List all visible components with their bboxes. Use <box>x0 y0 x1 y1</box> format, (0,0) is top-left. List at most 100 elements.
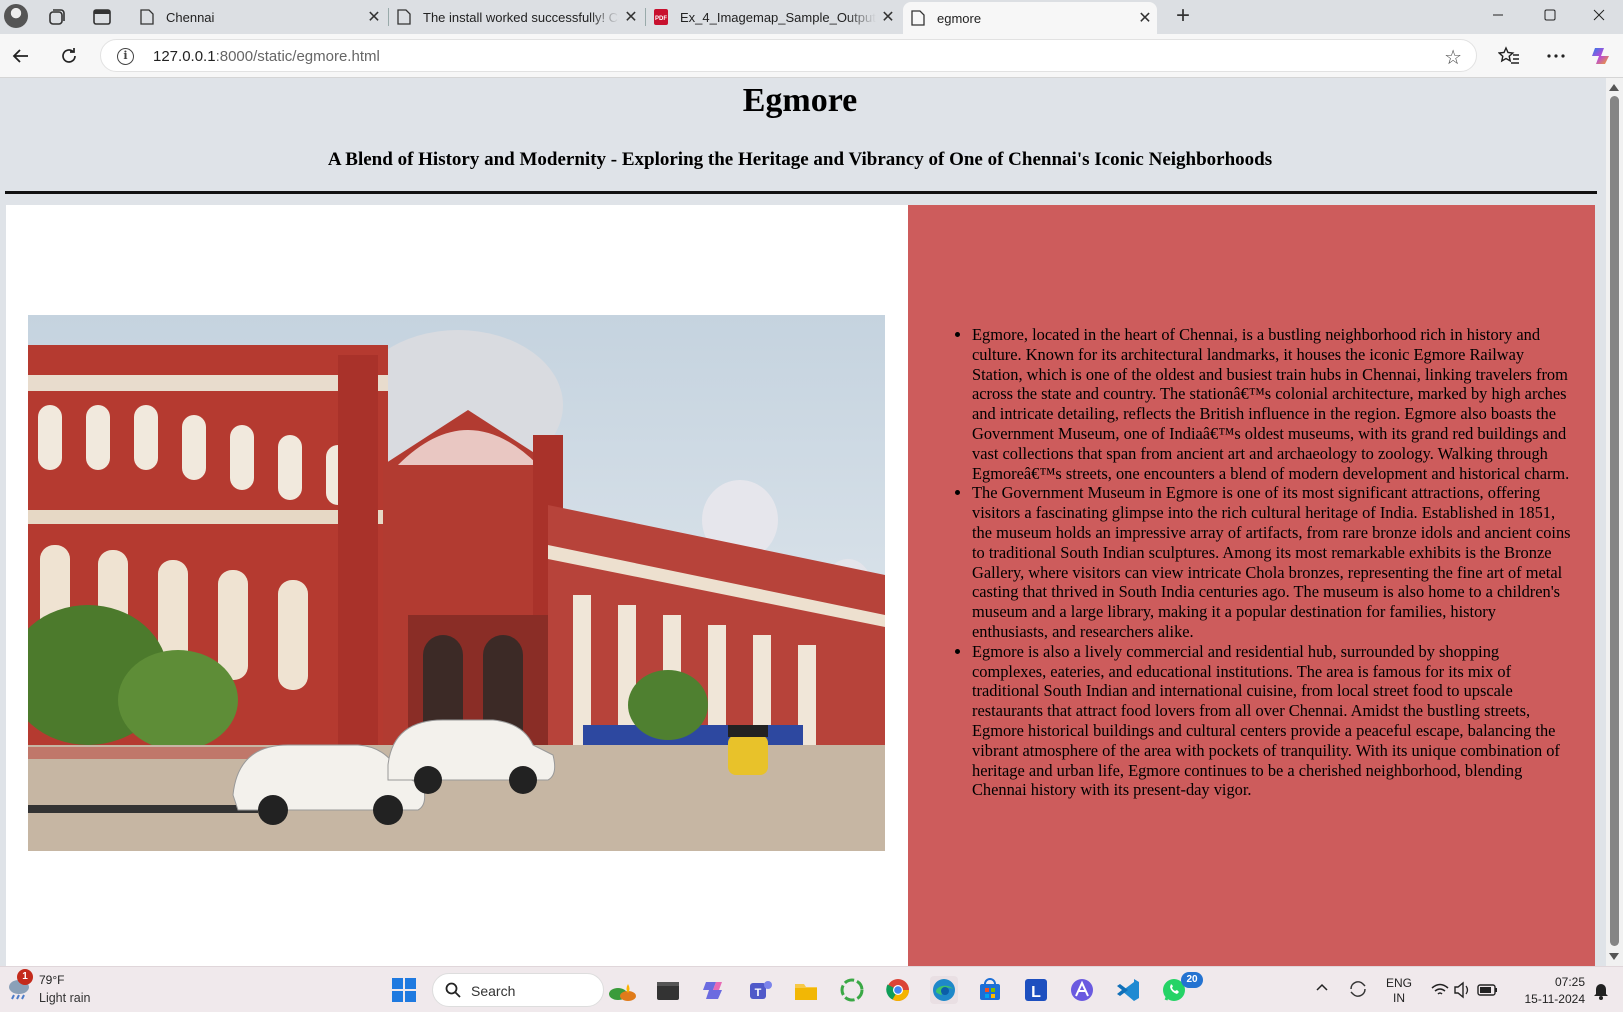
url-text[interactable]: 127.0.0.1:8000/static/egmore.html <box>153 48 380 65</box>
weather-badge: 1 <box>17 969 33 985</box>
settings-more-button[interactable] <box>1542 42 1570 70</box>
taskbar-app-widgets[interactable] <box>608 976 636 1004</box>
more-dots-icon <box>1547 54 1565 58</box>
workspaces-icon[interactable] <box>46 6 68 28</box>
taskbar-app-edge[interactable] <box>930 976 958 1004</box>
new-tab-button[interactable]: + <box>1170 4 1196 30</box>
vertical-tabs-icon[interactable] <box>92 7 112 27</box>
sync-tray-button[interactable] <box>1347 978 1369 1003</box>
folder-icon <box>795 984 817 1000</box>
egmore-station-image <box>28 315 885 851</box>
chrome-icon <box>886 979 909 1001</box>
svg-text:PDF: PDF <box>655 16 667 22</box>
store-icon <box>980 978 1000 1000</box>
scroll-up-arrow-icon[interactable] <box>1609 84 1619 91</box>
svg-text:L: L <box>1031 984 1041 1001</box>
favorites-list-icon <box>1498 46 1519 64</box>
chevron-up-icon <box>1316 983 1328 991</box>
start-button[interactable] <box>390 976 418 1004</box>
weather-condition: Light rain <box>39 991 91 1005</box>
taskbar-app-a[interactable] <box>1068 976 1096 1004</box>
close-icon[interactable]: ✕ <box>876 7 900 27</box>
list-item: The Government Museum in Egmore is one o… <box>972 483 1572 641</box>
language-indicator[interactable]: ENG IN <box>1386 976 1412 1006</box>
minimize-button[interactable] <box>1474 0 1522 30</box>
edge-icon <box>933 979 955 1001</box>
network-volume-battery-icons <box>1431 981 1497 999</box>
url-host: 127.0.0.1 <box>153 48 216 65</box>
back-arrow-icon <box>12 49 28 63</box>
notifications-button[interactable] <box>1592 980 1610 1003</box>
favorites-button[interactable] <box>1495 42 1523 70</box>
weather-temperature: 79°F <box>39 973 65 987</box>
document-icon <box>397 9 411 25</box>
scroll-down-arrow-icon[interactable] <box>1609 953 1619 960</box>
terminal-icon <box>657 982 679 1000</box>
windows-logo-icon <box>392 978 416 1002</box>
svg-text:T: T <box>755 987 762 999</box>
vertical-scrollbar[interactable] <box>1606 78 1623 966</box>
taskbar-app-copilot[interactable] <box>700 976 728 1004</box>
maximize-button[interactable] <box>1526 0 1574 30</box>
whatsapp-badge: 20 <box>1181 972 1203 988</box>
sync-icon <box>1350 981 1366 997</box>
teams-icon: T <box>750 981 772 999</box>
refresh-icon <box>62 48 76 63</box>
close-icon <box>1593 9 1605 21</box>
quick-settings-button[interactable] <box>1430 980 1500 1003</box>
info-list: Egmore, located in the heart of Chennai,… <box>972 325 1572 800</box>
taskbar-app-chrome[interactable] <box>884 976 912 1004</box>
taskbar-app-teams[interactable]: T <box>746 976 774 1004</box>
circle-app-icon <box>840 978 864 1002</box>
vscode-icon <box>1117 979 1139 1001</box>
taskbar-app-explorer-dark[interactable] <box>654 976 682 1004</box>
language-code: ENG <box>1386 976 1413 990</box>
document-icon <box>911 10 925 26</box>
taskbar-app-file-explorer[interactable] <box>792 976 820 1004</box>
egmore-station-photo <box>28 315 885 851</box>
taskbar-app-vscode[interactable] <box>1114 976 1142 1004</box>
tab-chennai[interactable]: Chennai ✕ <box>132 2 386 32</box>
favorite-star-icon[interactable]: ☆ <box>1444 45 1462 70</box>
list-item: Egmore, located in the heart of Chennai,… <box>972 325 1572 483</box>
tab-imagemap-pdf[interactable]: PDF Ex_4_Imagemap_Sample_Output( ✕ <box>646 2 900 32</box>
taskbar-app-l[interactable]: L <box>1022 976 1050 1004</box>
tab-title: Chennai <box>166 9 215 25</box>
close-icon[interactable]: ✕ <box>362 7 386 27</box>
bell-icon <box>1594 984 1608 1000</box>
tab-title: The install worked successfully! Co <box>423 9 619 25</box>
close-window-button[interactable] <box>1575 0 1623 30</box>
profile-avatar[interactable] <box>4 4 28 28</box>
tab-egmore[interactable]: egmore ✕ <box>903 2 1157 34</box>
diwali-lamp-icon <box>609 984 636 1001</box>
maximize-icon <box>1544 9 1556 21</box>
windows-taskbar: 1 79°F Light rain Search T L 20 ENG IN 0… <box>0 966 1623 1012</box>
l-app-icon: L <box>1025 979 1047 1001</box>
taskbar-app-store[interactable] <box>976 976 1004 1004</box>
tab-title: egmore <box>937 10 982 26</box>
back-button[interactable] <box>7 42 35 70</box>
close-icon[interactable]: ✕ <box>619 7 643 27</box>
clock[interactable]: 07:25 15-11-2024 <box>1515 974 1586 1008</box>
search-placeholder: Search <box>471 983 516 999</box>
site-info-icon[interactable]: i <box>117 48 134 65</box>
document-icon <box>140 9 154 25</box>
page-subtitle: A Blend of History and Modernity - Explo… <box>327 149 1273 170</box>
taskbar-search[interactable]: Search <box>432 973 604 1007</box>
page-title: Egmore <box>742 82 858 119</box>
page-viewport: Egmore A Blend of History and Modernity … <box>0 78 1623 966</box>
a-app-icon <box>1071 979 1093 1001</box>
clock-date: 15-11-2024 <box>1524 992 1586 1006</box>
refresh-button[interactable] <box>55 42 83 70</box>
copilot-button[interactable] <box>1588 42 1616 70</box>
close-icon[interactable]: ✕ <box>1133 8 1157 28</box>
tab-install-worked[interactable]: The install worked successfully! Co ✕ <box>389 2 643 32</box>
scroll-thumb[interactable] <box>1610 96 1619 946</box>
pdf-icon: PDF <box>654 9 668 25</box>
address-bar[interactable]: i 127.0.0.1:8000/static/egmore.html ☆ <box>100 39 1477 72</box>
taskbar-app-green-circle[interactable] <box>838 976 866 1004</box>
url-path: :8000/static/egmore.html <box>215 48 380 65</box>
copilot-icon <box>1592 48 1609 64</box>
tab-strip: Chennai ✕ The install worked successfull… <box>0 0 1623 34</box>
show-hidden-icons-button[interactable] <box>1315 981 1329 995</box>
